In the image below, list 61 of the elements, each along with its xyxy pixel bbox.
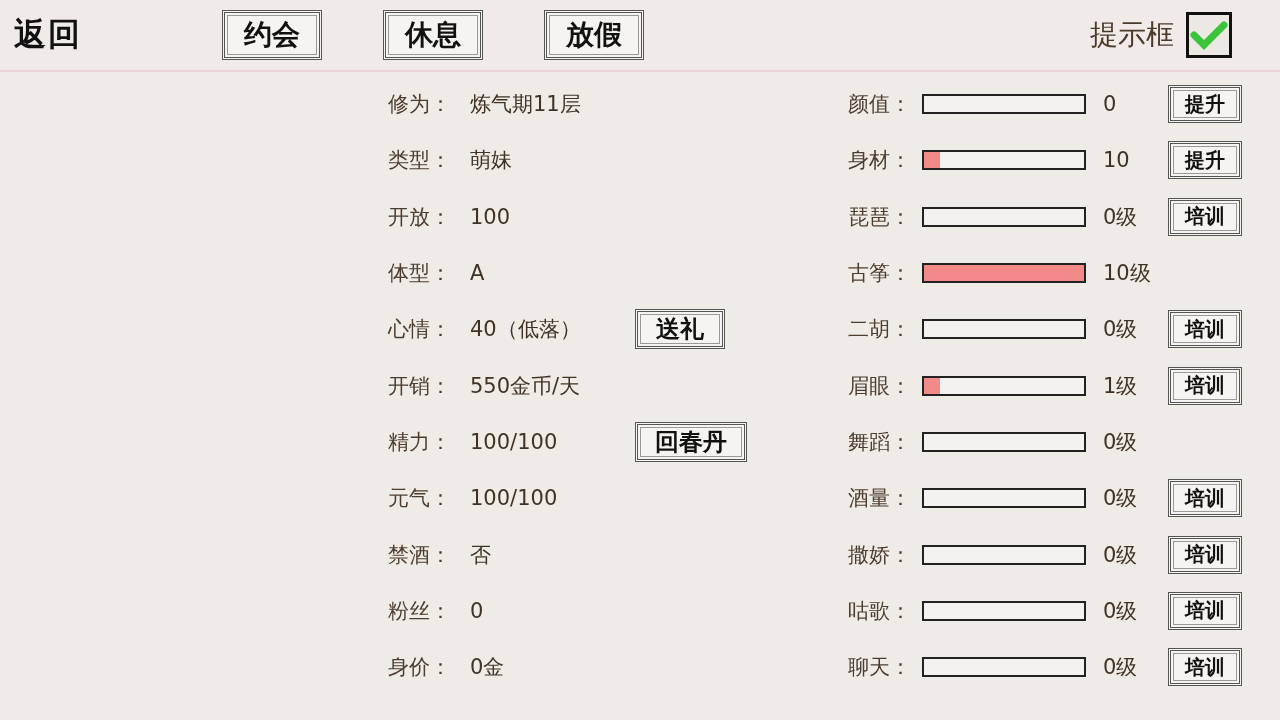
skill-label: 眉眼： — [848, 372, 912, 400]
skill-label: 咕歌： — [848, 597, 912, 625]
stat-value: 0 — [470, 598, 485, 623]
skill-label: 酒量： — [848, 485, 912, 513]
stat-label: 开放： — [388, 203, 452, 231]
skill-label: 撒娇： — [848, 541, 912, 569]
skill-value: 0级 — [1103, 541, 1139, 569]
train-button[interactable]: 提升 — [1168, 141, 1242, 180]
skill-value: 1级 — [1103, 372, 1139, 400]
skill-label: 颜值： — [848, 91, 912, 119]
action-button[interactable]: 回春丹 — [635, 421, 747, 462]
skill-value: 0级 — [1103, 316, 1139, 344]
tab-button[interactable]: 约会 — [222, 10, 322, 60]
stat-value: 100/100 — [470, 486, 559, 511]
skill-value: 0级 — [1103, 654, 1139, 682]
skill-value: 0级 — [1103, 597, 1139, 625]
stat-label: 禁酒： — [388, 541, 452, 569]
stat-value: 否 — [470, 541, 492, 569]
train-button[interactable]: 培训 — [1168, 535, 1242, 574]
skill-label: 聊天： — [848, 654, 912, 682]
stat-value: 100 — [470, 204, 512, 229]
stat-value: 炼气期11层 — [470, 91, 582, 119]
stat-label: 粉丝： — [388, 597, 452, 625]
skill-value: 0级 — [1103, 485, 1139, 513]
stat-label: 体型： — [388, 260, 452, 288]
skill-label: 身材： — [848, 147, 912, 175]
stat-label: 精力： — [388, 428, 452, 456]
stat-value: 0金 — [470, 654, 506, 682]
stat-label: 身价： — [388, 654, 452, 682]
skill-value: 10 — [1103, 148, 1131, 173]
back-button[interactable]: 返回 — [14, 13, 82, 57]
stat-label: 元气： — [388, 485, 452, 513]
train-button[interactable]: 提升 — [1168, 85, 1242, 124]
skill-value: 0级 — [1103, 203, 1139, 231]
stat-label: 开销： — [388, 372, 452, 400]
train-button[interactable]: 培训 — [1168, 310, 1242, 349]
skill-label: 古筝： — [848, 260, 912, 288]
skill-value: 0级 — [1103, 428, 1139, 456]
tab-button[interactable]: 放假 — [544, 10, 644, 60]
stat-value: 550金币/天 — [470, 372, 582, 400]
hint-label: 提示框 — [1090, 17, 1174, 53]
hint-checkbox[interactable] — [1186, 12, 1232, 58]
train-button[interactable]: 培训 — [1168, 591, 1242, 630]
skill-value: 10级 — [1103, 260, 1152, 288]
skill-label: 琵琶： — [848, 203, 912, 231]
train-button[interactable]: 培训 — [1168, 366, 1242, 405]
skill-label: 舞蹈： — [848, 428, 912, 456]
stat-label: 类型： — [388, 147, 452, 175]
action-button[interactable]: 送礼 — [635, 309, 725, 350]
tab-button[interactable]: 休息 — [383, 10, 483, 60]
stat-value: 40（低落） — [470, 316, 582, 344]
stat-value: 100/100 — [470, 429, 559, 454]
stat-label: 心情： — [388, 316, 452, 344]
stat-value: A — [470, 261, 486, 286]
train-button[interactable]: 培训 — [1168, 648, 1242, 687]
skill-value: 0 — [1103, 92, 1118, 117]
stat-value: 萌妹 — [470, 147, 513, 175]
train-button[interactable]: 培训 — [1168, 197, 1242, 236]
stat-label: 修为： — [388, 91, 452, 119]
train-button[interactable]: 培训 — [1168, 479, 1242, 518]
skill-label: 二胡： — [848, 316, 912, 344]
